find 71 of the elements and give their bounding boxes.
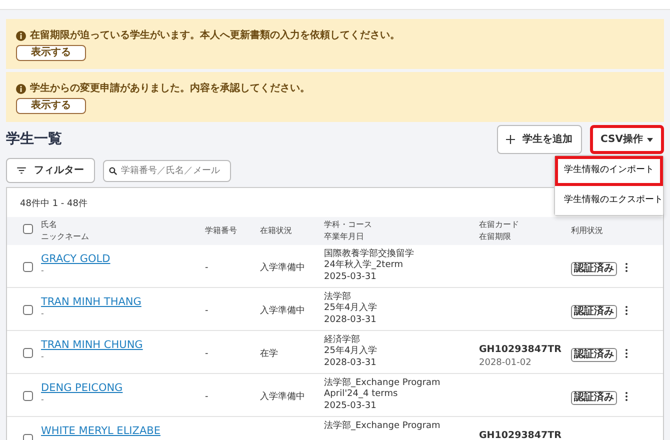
course-text: 2028-03-31 xyxy=(324,358,378,369)
residence-card-number: GH10293847TR xyxy=(479,342,562,356)
add-student-button[interactable]: 学生を追加 xyxy=(496,125,582,154)
select-all-checkbox[interactable] xyxy=(23,224,33,234)
result-count: 48件中 1 - 48件 xyxy=(20,199,88,209)
more-icon[interactable] xyxy=(625,262,628,272)
alert-message: 学生からの変更申請がありました。内容を承認してください。 xyxy=(30,81,310,96)
row-checkbox[interactable] xyxy=(23,304,33,314)
course-text: 法学部_Exchange Program xyxy=(324,420,442,432)
search-field[interactable]: 学籍番号／氏名／メール xyxy=(103,160,231,182)
csv-button[interactable]: CSV操作 xyxy=(590,125,664,154)
verified-tag: 認証済み xyxy=(571,304,617,318)
row-checkbox[interactable] xyxy=(23,390,33,400)
residence-expiry-date: 2028-01-02 xyxy=(479,356,532,370)
more-icon[interactable] xyxy=(625,348,628,358)
course-text: 法学部_Exchange Program xyxy=(324,378,442,389)
student-name-link[interactable]: GRACY GOLD xyxy=(41,252,110,264)
course-text: 24年秋入学_2term xyxy=(324,260,404,272)
verified-tag: 認証済み xyxy=(571,262,617,276)
column-header: 在留カード xyxy=(479,218,520,230)
filter-button[interactable]: フィルター xyxy=(6,158,95,183)
column-header: 学籍番号 xyxy=(205,224,238,236)
course-text: 2025-03-31 xyxy=(324,272,378,283)
show-button[interactable]: 表示する xyxy=(16,45,86,61)
student-name-link[interactable]: TRAN MINH THANG xyxy=(41,296,142,308)
course-text: April'24_4 terms xyxy=(324,389,399,400)
enrollment-status-text: 入学準備中 xyxy=(260,392,305,402)
student-name-link[interactable]: WHITE MERYL ELIZABE xyxy=(41,424,160,436)
plus-icon xyxy=(506,135,515,144)
enrollment-status-text: 入学準備中 xyxy=(260,262,305,272)
menu-item[interactable]: 学生情報のインポート xyxy=(555,156,663,186)
course-text: 2025-03-31 xyxy=(324,400,378,412)
more-icon[interactable] xyxy=(625,306,628,315)
column-header: 在籍状況 xyxy=(260,224,293,236)
nickname-text: - xyxy=(41,396,45,404)
page-title: 学生一覧 xyxy=(6,131,62,148)
show-button[interactable]: 表示する xyxy=(16,98,86,114)
column-header: ニックネーム xyxy=(41,230,90,242)
course-text: 法学部 xyxy=(324,292,352,302)
verified-tag: 認証済み xyxy=(571,390,617,404)
row-checkbox[interactable] xyxy=(23,262,33,272)
column-header: 卒業年月日 xyxy=(324,230,365,242)
column-header: 利用状況 xyxy=(571,224,604,236)
column-header: 在留期限 xyxy=(479,230,512,242)
student-id-text: - xyxy=(205,348,208,358)
student-id-text: - xyxy=(205,306,208,316)
course-text: 25年4月入学 xyxy=(324,346,378,358)
info-icon xyxy=(16,30,26,40)
column-header: 学科・コース xyxy=(324,218,373,230)
course-text: 国際教養学部交換留学 xyxy=(324,248,415,260)
student-id-text: - xyxy=(205,262,208,272)
nickname-text: - xyxy=(41,353,45,362)
enrollment-status-text: 入学準備中 xyxy=(260,306,305,316)
nickname-text: - xyxy=(41,267,45,276)
residence-card-number: GH10293847TR xyxy=(479,428,562,440)
alert-message: 在留期限が迫っている学生がいます。本人へ更新書類の入力を依頼してください。 xyxy=(30,28,400,43)
verified-tag: 認証済み xyxy=(571,348,617,362)
course-text: 25年4月入学 xyxy=(324,303,378,314)
student-name-link[interactable]: TRAN MINH CHUNG xyxy=(41,338,143,350)
filter-icon xyxy=(17,167,26,174)
more-icon[interactable] xyxy=(625,392,628,401)
nickname-text: - xyxy=(41,310,45,318)
info-icon xyxy=(16,84,26,94)
menu-item[interactable]: 学生情報のエクスポート xyxy=(555,186,663,215)
column-header: 氏名 xyxy=(41,218,58,230)
row-checkbox[interactable] xyxy=(23,348,33,358)
enrollment-status-text: 在学 xyxy=(260,348,278,358)
student-name-link[interactable]: DENG PEICONG xyxy=(41,382,123,394)
course-text: 経済学部 xyxy=(324,334,361,346)
course-text: 2028-03-31 xyxy=(324,314,378,326)
student-id-text: - xyxy=(205,392,208,402)
